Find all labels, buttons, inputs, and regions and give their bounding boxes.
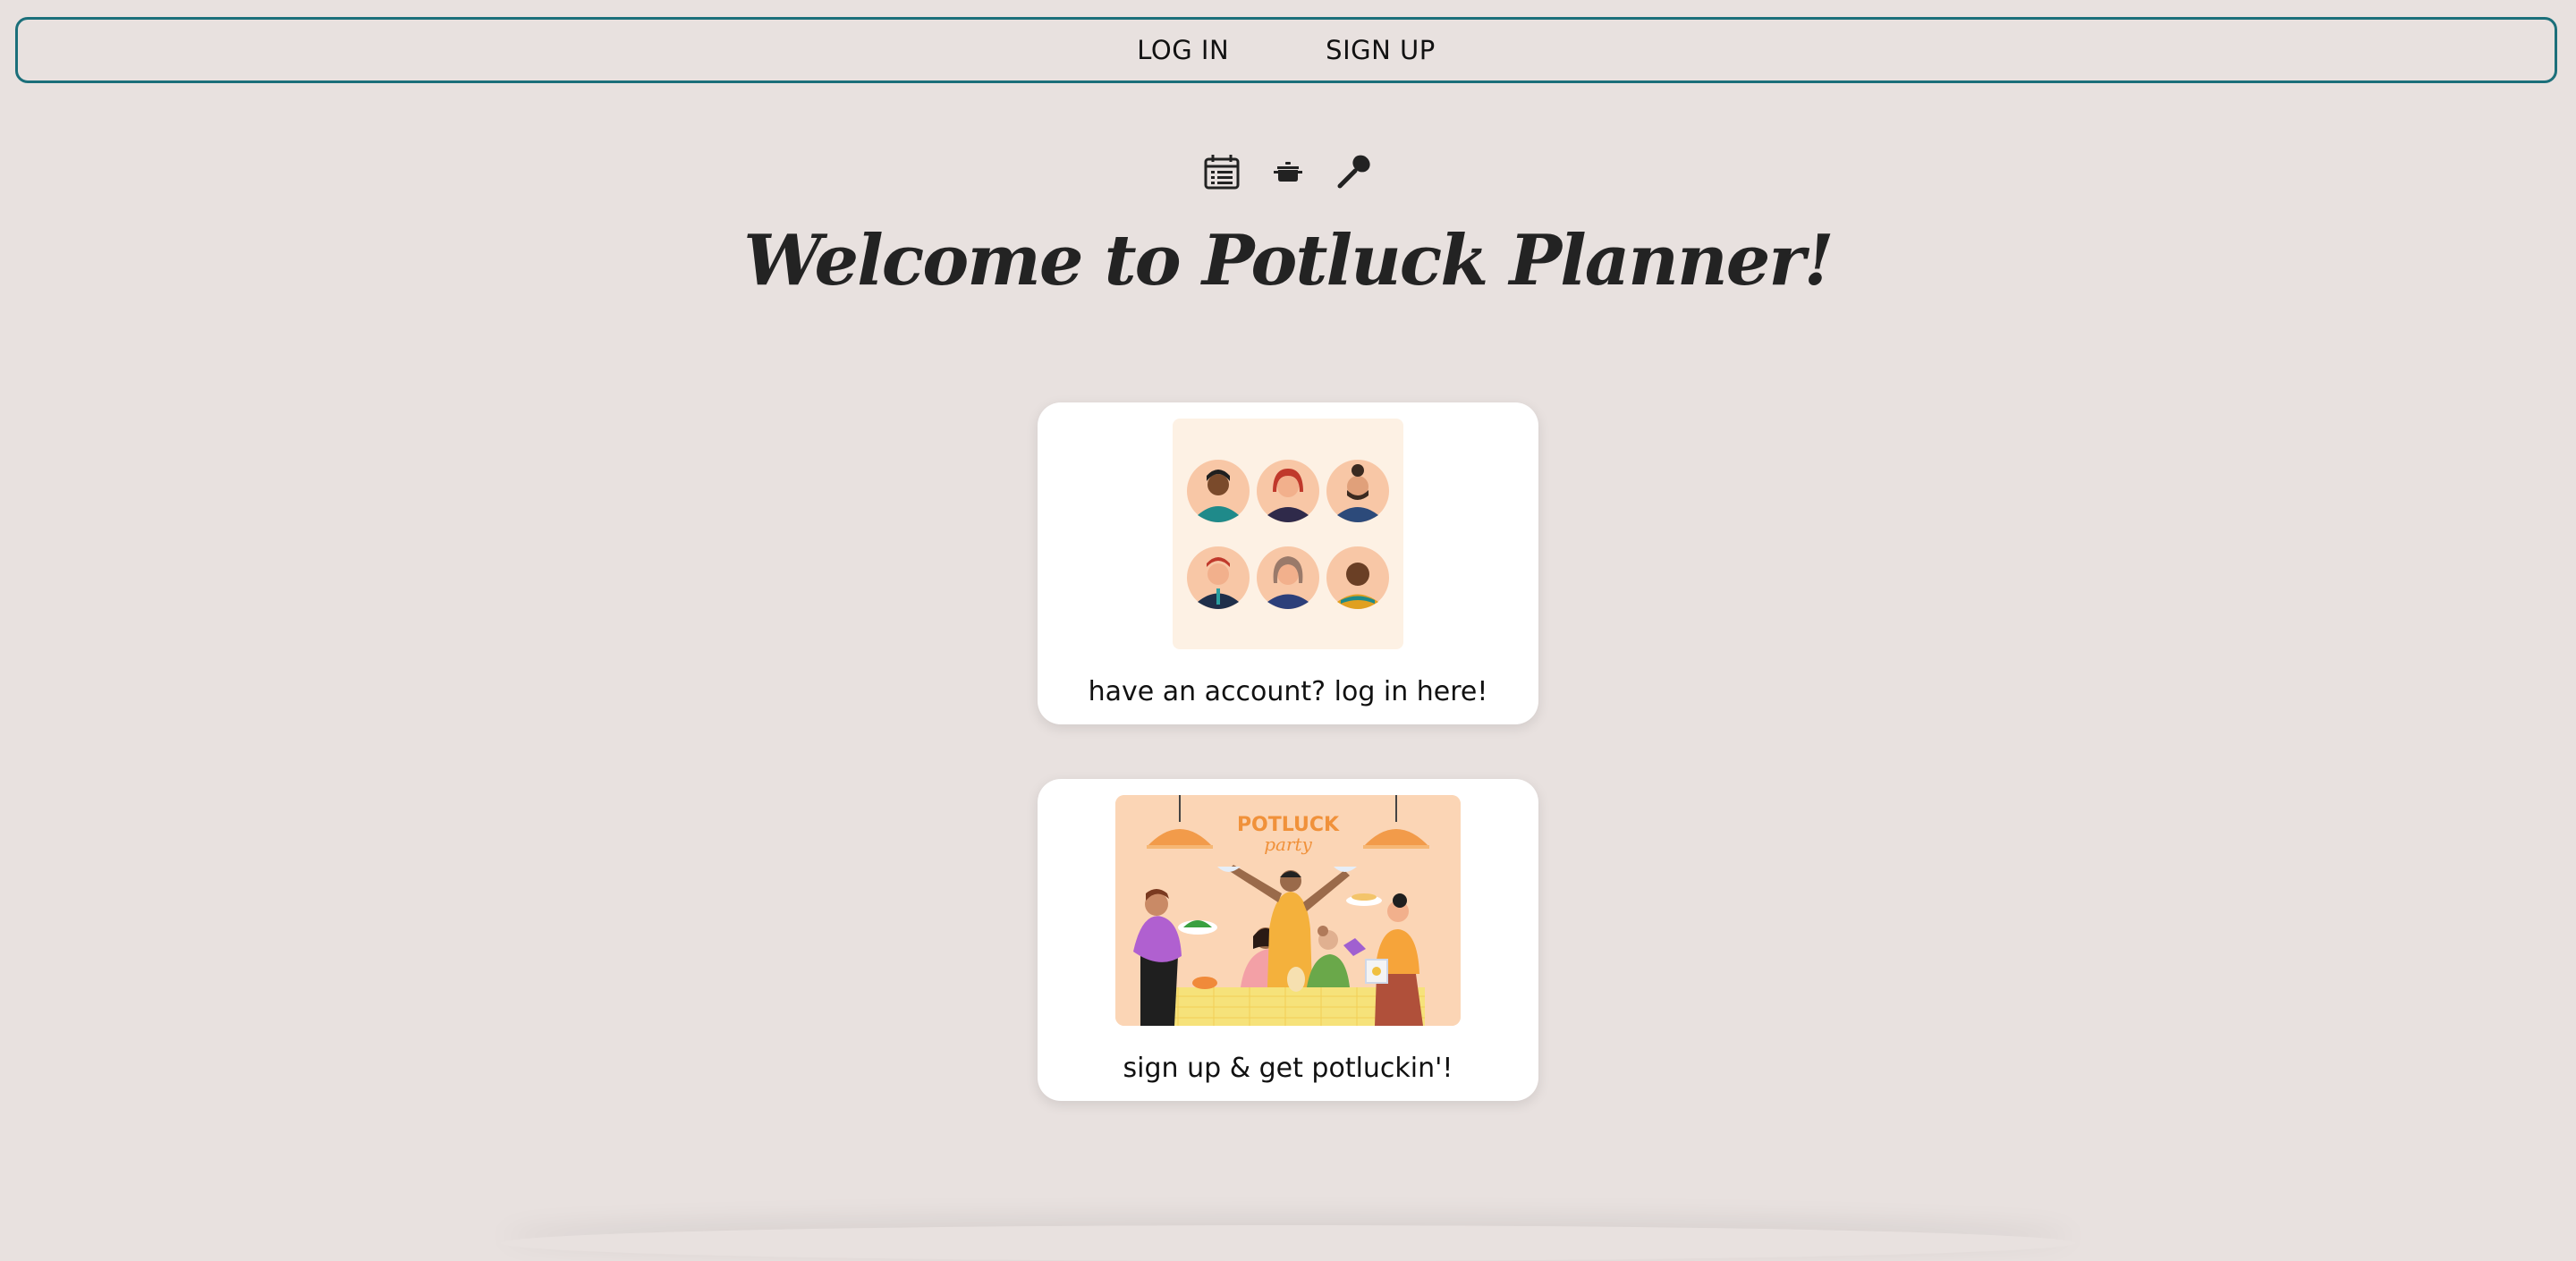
avatars-illustration — [1173, 419, 1403, 649]
signup-link[interactable]: SIGN UP — [1326, 35, 1436, 65]
login-link[interactable]: LOG IN — [1137, 35, 1229, 65]
hero-icon-row — [0, 152, 2576, 191]
login-card[interactable]: have an account? log in here! — [1038, 402, 1538, 724]
bottom-edge-shadow — [501, 1225, 2075, 1261]
potluck-party-illustration: POTLUCK party — [1115, 795, 1461, 1026]
calendar-icon — [1202, 152, 1241, 191]
spoon-icon — [1335, 152, 1374, 191]
page-title: Welcome to Potluck Planner! — [743, 220, 1834, 301]
signup-card[interactable]: POTLUCK party sign up & get potluckin'! — [1038, 779, 1538, 1101]
top-navbar: LOG IN SIGN UP — [15, 17, 2557, 83]
signup-card-caption: sign up & get potluckin'! — [1123, 1053, 1453, 1084]
login-card-caption: have an account? log in here! — [1088, 676, 1488, 707]
party-banner-subtitle: party — [1264, 834, 1312, 855]
pot-icon — [1268, 152, 1308, 191]
